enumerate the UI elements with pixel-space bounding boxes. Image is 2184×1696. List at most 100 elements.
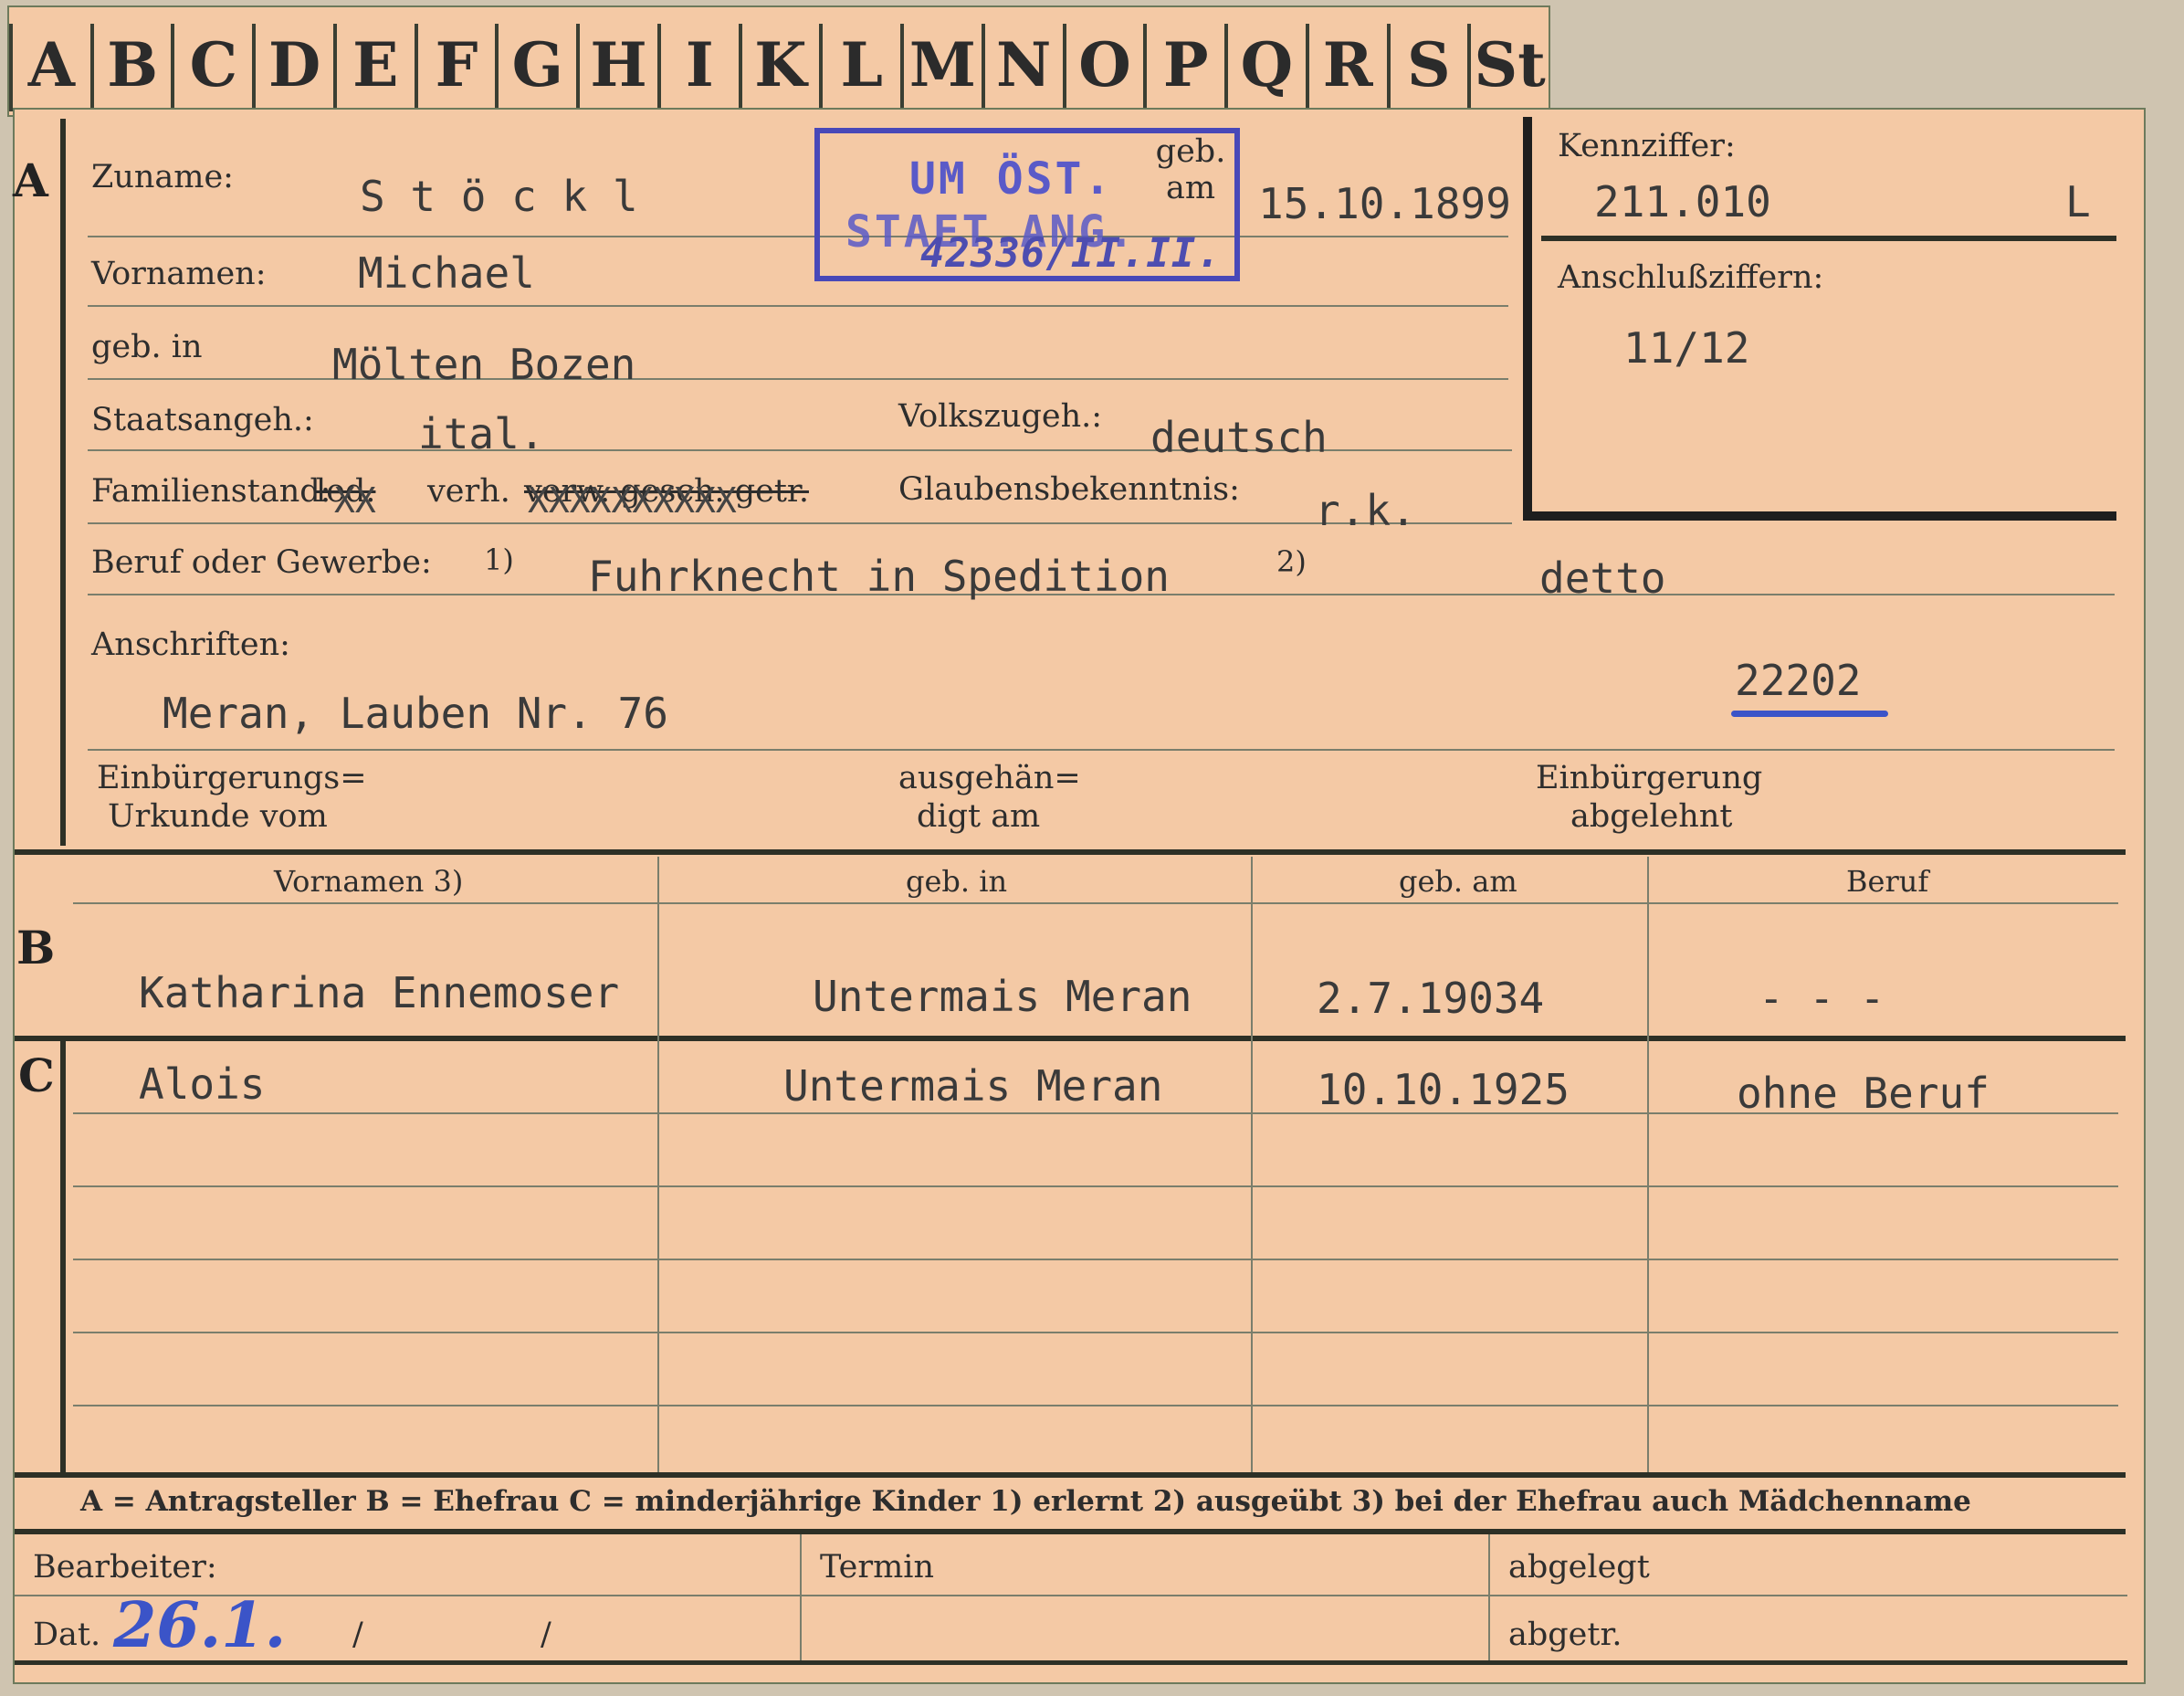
einbuergerung-label-1: Einbürgerungs= xyxy=(97,760,367,796)
section-a-bottom-rule xyxy=(15,849,2126,855)
tab-letter[interactable]: N xyxy=(981,24,1063,111)
zuname-value: S t ö c k l xyxy=(360,172,638,221)
alphabet-tab-strip: A B C D E F G H I K L M N O P Q R S St xyxy=(7,5,1550,117)
stamp-line1: UM ÖST. xyxy=(909,153,1114,205)
dat-slash-1: / xyxy=(352,1617,363,1653)
kind-1-geb-in: Untermais Meran xyxy=(783,1061,1163,1111)
tab-letter[interactable]: E xyxy=(332,24,415,111)
footnote-1-marker: 1) xyxy=(484,543,514,577)
glaubensbekenntnis-label: Glaubensbekenntnis: xyxy=(898,471,1240,508)
geb-am-label: geb. am xyxy=(1155,133,1226,206)
kind-1-geb-am: 10.10.1925 xyxy=(1317,1065,1570,1114)
beruf-ausgeuebt-value: detto xyxy=(1539,553,1666,603)
legend-top-rule xyxy=(15,1472,2126,1478)
header-vornamen: Vornamen 3) xyxy=(274,864,464,899)
beruf-erlernt-value: Fuhrknecht in Spedition xyxy=(588,552,1170,601)
header-beruf: Beruf xyxy=(1846,864,1929,899)
section-a-rule xyxy=(60,119,66,846)
glaubensbekenntnis-value: r.k. xyxy=(1315,486,1416,535)
section-a-marker: A xyxy=(13,153,48,207)
tab-letter[interactable]: B xyxy=(89,24,172,111)
tab-letter[interactable]: I xyxy=(656,24,739,111)
footer-mid-rule xyxy=(15,1595,2127,1596)
anschlussziffern-value: 11/12 xyxy=(1623,323,1750,373)
tab-letter[interactable]: L xyxy=(819,24,900,111)
tab-letter[interactable]: D xyxy=(252,24,333,111)
header-geb-am: geb. am xyxy=(1399,864,1517,899)
rule-anschrift xyxy=(88,749,2115,751)
dat-slash-2: / xyxy=(541,1617,551,1653)
anschlussziffern-label: Anschlußziffern: xyxy=(1558,259,1824,296)
section-c-marker: C xyxy=(18,1048,55,1102)
kind-1-vornamen: Alois xyxy=(139,1059,266,1109)
tab-letter[interactable]: F xyxy=(414,24,496,111)
section-b-bottom-rule xyxy=(15,1036,2126,1041)
anschrift-value: Meran, Lauben Nr. 76 xyxy=(163,689,668,738)
footer-bottom-rule xyxy=(15,1660,2127,1665)
footnote-2-marker: 2) xyxy=(1276,544,1307,579)
vornamen-label: Vornamen: xyxy=(91,256,267,292)
familienstand-verh: verh. xyxy=(427,473,510,510)
beruf-label: Beruf oder Gewerbe: xyxy=(91,544,432,581)
col-divider-2 xyxy=(1251,857,1253,1476)
kennziffer-suffix: L xyxy=(2065,177,2091,226)
rule-zuname xyxy=(88,236,1508,237)
familienstand-x1: XX xyxy=(334,480,376,521)
stamp-handwritten: 42336/II.II. xyxy=(920,230,1222,277)
geb-in-label: geb. in xyxy=(91,329,203,365)
col-divider-1 xyxy=(657,857,659,1476)
staatsangeh-label: Staatsangeh.: xyxy=(91,402,314,438)
footer-divider-1 xyxy=(800,1534,802,1662)
abgelegt-label: abgelegt xyxy=(1508,1549,1650,1585)
ehefrau-beruf: - - - xyxy=(1759,974,1885,1023)
ehefrau-geb-in: Untermais Meran xyxy=(813,972,1192,1021)
geb-in-value: Mölten Bozen xyxy=(332,340,636,389)
kinder-rule-2 xyxy=(73,1185,2118,1187)
legend-text: A = Antragsteller B = Ehefrau C = minder… xyxy=(80,1485,1971,1518)
kind-1-beruf: ohne Beruf xyxy=(1737,1069,1990,1118)
termin-label: Termin xyxy=(820,1549,934,1585)
staatsangeh-value: ital. xyxy=(418,409,545,458)
abgetr-label: abgetr. xyxy=(1508,1617,1622,1653)
dat-handwritten: 26.1. xyxy=(113,1589,287,1662)
ausgehaendigt-label-1: ausgehän= xyxy=(898,760,1081,796)
zuname-label: Zuname: xyxy=(91,159,234,195)
rule-vornamen xyxy=(88,305,1508,307)
footer-divider-2 xyxy=(1488,1534,1490,1662)
ehefrau-vornamen: Katharina Ennemoser xyxy=(139,968,620,1017)
kennziffer-label: Kennziffer: xyxy=(1558,128,1736,164)
abgelehnt-label-1: Einbürgerung xyxy=(1536,760,1763,796)
section-c-rule xyxy=(60,1041,66,1472)
tab-letter[interactable]: S xyxy=(1386,24,1468,111)
tab-letter[interactable]: A xyxy=(9,24,90,111)
kennziffer-value: 211.010 xyxy=(1594,177,1771,226)
tab-letter[interactable]: Q xyxy=(1224,24,1306,111)
col-divider-3 xyxy=(1647,857,1649,1476)
tab-letter[interactable]: St xyxy=(1467,24,1549,111)
kennziffer-underline xyxy=(1541,236,2116,241)
kinder-rule-5 xyxy=(73,1405,2118,1406)
dat-label: Dat. xyxy=(33,1617,101,1653)
section-b-marker: B xyxy=(16,921,56,974)
vornamen-value: Michael xyxy=(358,248,535,298)
ausgehaendigt-label-2: digt am xyxy=(917,798,1041,835)
legend-bottom-rule xyxy=(15,1529,2126,1534)
bearbeiter-label: Bearbeiter: xyxy=(33,1549,217,1585)
tab-letter[interactable]: G xyxy=(495,24,576,111)
tab-letter[interactable]: M xyxy=(900,24,982,111)
tab-letter[interactable]: O xyxy=(1062,24,1144,111)
table-header-rule xyxy=(73,902,2118,904)
anschrift-number: 22202 xyxy=(1735,656,1862,705)
tab-letter[interactable]: K xyxy=(738,24,820,111)
tab-letter[interactable]: R xyxy=(1305,24,1387,111)
abgelehnt-label-2: abgelehnt xyxy=(1570,798,1733,835)
tab-letter[interactable]: P xyxy=(1143,24,1224,111)
familienstand-label: Familienstand: xyxy=(91,473,331,510)
kinder-rule-3 xyxy=(73,1259,2118,1260)
tab-letter[interactable]: H xyxy=(576,24,657,111)
anschriften-label: Anschriften: xyxy=(91,627,290,663)
tab-letter[interactable]: C xyxy=(171,24,252,111)
ehefrau-geb-am: 2.7.19034 xyxy=(1317,974,1545,1023)
blue-underline xyxy=(1731,711,1888,717)
volkszugeh-value: deutsch xyxy=(1150,413,1328,462)
